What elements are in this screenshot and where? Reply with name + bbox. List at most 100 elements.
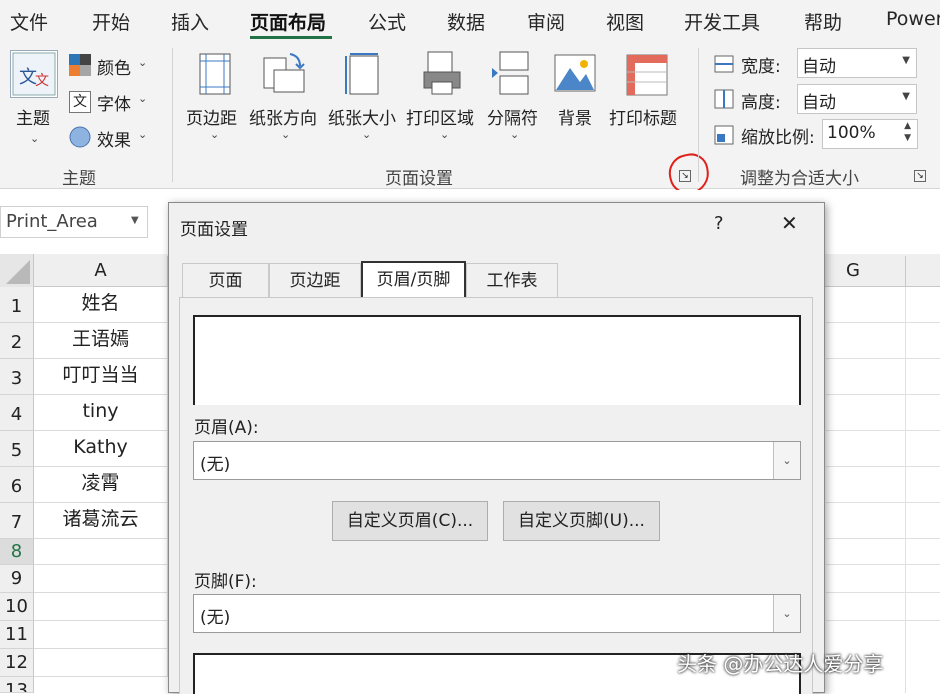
chevron-down-icon: ⌄: [362, 128, 372, 141]
row-header[interactable]: 9: [0, 565, 34, 593]
header-select[interactable]: (无) ⌄: [193, 441, 801, 480]
chevron-down-icon: ⌄: [773, 442, 800, 479]
cell-a1[interactable]: 姓名: [34, 287, 168, 323]
custom-footer-button[interactable]: 自定义页脚(U)...: [503, 501, 660, 541]
cell-a10[interactable]: [34, 593, 168, 621]
gridline: [826, 430, 940, 431]
dropdown-arrow-icon: ▼: [902, 55, 910, 66]
tab-view[interactable]: 视图: [606, 8, 644, 35]
spinner-arrows-icon[interactable]: ▲ ▼: [904, 120, 911, 144]
cell-a7[interactable]: 诸葛流云: [34, 503, 168, 539]
custom-header-button[interactable]: 自定义页眉(C)...: [332, 501, 488, 541]
tab-page-layout[interactable]: 页面布局: [250, 8, 326, 35]
gridline: [826, 322, 940, 323]
row-header[interactable]: 13: [0, 677, 34, 693]
tab-review[interactable]: 审阅: [527, 8, 565, 35]
breaks-button[interactable]: 分隔符: [487, 104, 538, 129]
tab-insert[interactable]: 插入: [171, 8, 209, 35]
footer-select-value: (无): [200, 608, 231, 628]
header-label: 页眉(A):: [194, 418, 259, 438]
help-button[interactable]: ?: [714, 213, 724, 234]
breaks-icon: [492, 50, 532, 95]
print-titles-button[interactable]: 打印标题: [609, 104, 677, 129]
column-header-g[interactable]: G: [826, 256, 880, 286]
row-header[interactable]: 6: [0, 467, 34, 503]
fonts-button[interactable]: 字体: [97, 90, 131, 115]
fonts-icon: 文: [69, 91, 91, 113]
cell-a11[interactable]: [34, 621, 168, 649]
column-header-a[interactable]: A: [34, 256, 168, 286]
print-area-button[interactable]: 打印区域: [406, 104, 474, 129]
cell-a9[interactable]: [34, 565, 168, 593]
cell-a2[interactable]: 王语嫣: [34, 323, 168, 359]
background-button[interactable]: 背景: [558, 104, 592, 129]
cell-a6[interactable]: 凌霄: [34, 467, 168, 503]
width-label: 宽度:: [741, 57, 781, 77]
gridline: [826, 620, 940, 621]
cell-a4[interactable]: tiny: [34, 395, 168, 431]
background-icon: [554, 54, 596, 98]
row-header-selected[interactable]: 8: [0, 539, 34, 565]
tab-page[interactable]: 页面: [182, 263, 269, 297]
header-preview: [193, 315, 801, 405]
tab-home[interactable]: 开始: [92, 8, 130, 35]
name-box-value: Print_Area: [6, 211, 98, 232]
cell-a12[interactable]: [34, 649, 168, 677]
chevron-down-icon: ⌄: [281, 128, 291, 141]
height-value: 自动: [802, 93, 836, 113]
row-header[interactable]: 1: [0, 287, 34, 323]
tab-data[interactable]: 数据: [447, 8, 485, 35]
dropdown-arrow-icon: ▼: [902, 91, 910, 102]
tab-sheet[interactable]: 工作表: [466, 263, 558, 297]
row-header[interactable]: 12: [0, 649, 34, 677]
tab-developer[interactable]: 开发工具: [684, 8, 760, 35]
tab-header-footer[interactable]: 页眉/页脚: [361, 261, 466, 297]
orientation-button[interactable]: 纸张方向: [249, 104, 317, 129]
row-header[interactable]: 3: [0, 359, 34, 395]
close-icon[interactable]: ✕: [781, 211, 798, 235]
group-divider: [172, 48, 173, 182]
chevron-down-icon: ⌄: [138, 128, 148, 141]
print-titles-icon: [626, 54, 668, 98]
row-header[interactable]: 4: [0, 395, 34, 431]
height-dropdown[interactable]: 自动 ▼: [797, 84, 917, 114]
tab-file[interactable]: 文件: [10, 8, 48, 35]
name-box[interactable]: Print_Area ▼: [0, 206, 148, 238]
width-dropdown[interactable]: 自动 ▼: [797, 48, 917, 78]
watermark: 头条 @办公达人爱分享: [677, 652, 884, 676]
themes-button[interactable]: 主题: [16, 104, 50, 129]
row-header[interactable]: 2: [0, 323, 34, 359]
footer-select[interactable]: (无) ⌄: [193, 594, 801, 633]
effects-button[interactable]: 效果: [97, 126, 131, 151]
tab-margins[interactable]: 页边距: [269, 263, 361, 297]
colors-icon: [69, 54, 91, 76]
row-header[interactable]: 5: [0, 431, 34, 467]
margins-button[interactable]: 页边距: [186, 104, 237, 129]
scale-spinner[interactable]: 100% ▲ ▼: [822, 119, 918, 149]
cell-a3[interactable]: 叮叮当当: [34, 359, 168, 395]
footer-label: 页脚(F):: [194, 572, 257, 592]
tab-help[interactable]: 帮助: [804, 8, 842, 35]
tab-power[interactable]: Power: [886, 8, 940, 30]
page-setup-group-label: 页面设置: [385, 169, 453, 189]
dropdown-arrow-icon: ▼: [131, 215, 139, 226]
row-header[interactable]: 10: [0, 593, 34, 621]
orientation-icon: [262, 50, 305, 94]
size-button[interactable]: 纸张大小: [328, 104, 396, 129]
scale-group-label: 调整为合适大小: [740, 169, 859, 189]
row-header[interactable]: 11: [0, 621, 34, 649]
chevron-down-icon: ⌄: [30, 132, 40, 145]
tab-formulas[interactable]: 公式: [368, 8, 406, 35]
chevron-down-icon: ⌄: [138, 56, 148, 69]
row-header[interactable]: 7: [0, 503, 34, 539]
select-all-corner[interactable]: [0, 254, 34, 287]
ribbon-tab-bar: 文件 开始 插入 页面布局 公式 数据 审阅 视图 开发工具 帮助 Power: [0, 0, 940, 42]
colors-button[interactable]: 颜色: [97, 54, 131, 79]
themes-icon[interactable]: 文文: [10, 50, 58, 98]
chevron-down-icon: ⌄: [210, 128, 220, 141]
cell-a5[interactable]: Kathy: [34, 431, 168, 467]
header-select-value: (无): [200, 455, 231, 475]
active-tab-underline: [250, 36, 332, 39]
cell-a8[interactable]: [34, 539, 168, 565]
scale-dialog-launcher-icon[interactable]: ↘: [914, 170, 926, 182]
